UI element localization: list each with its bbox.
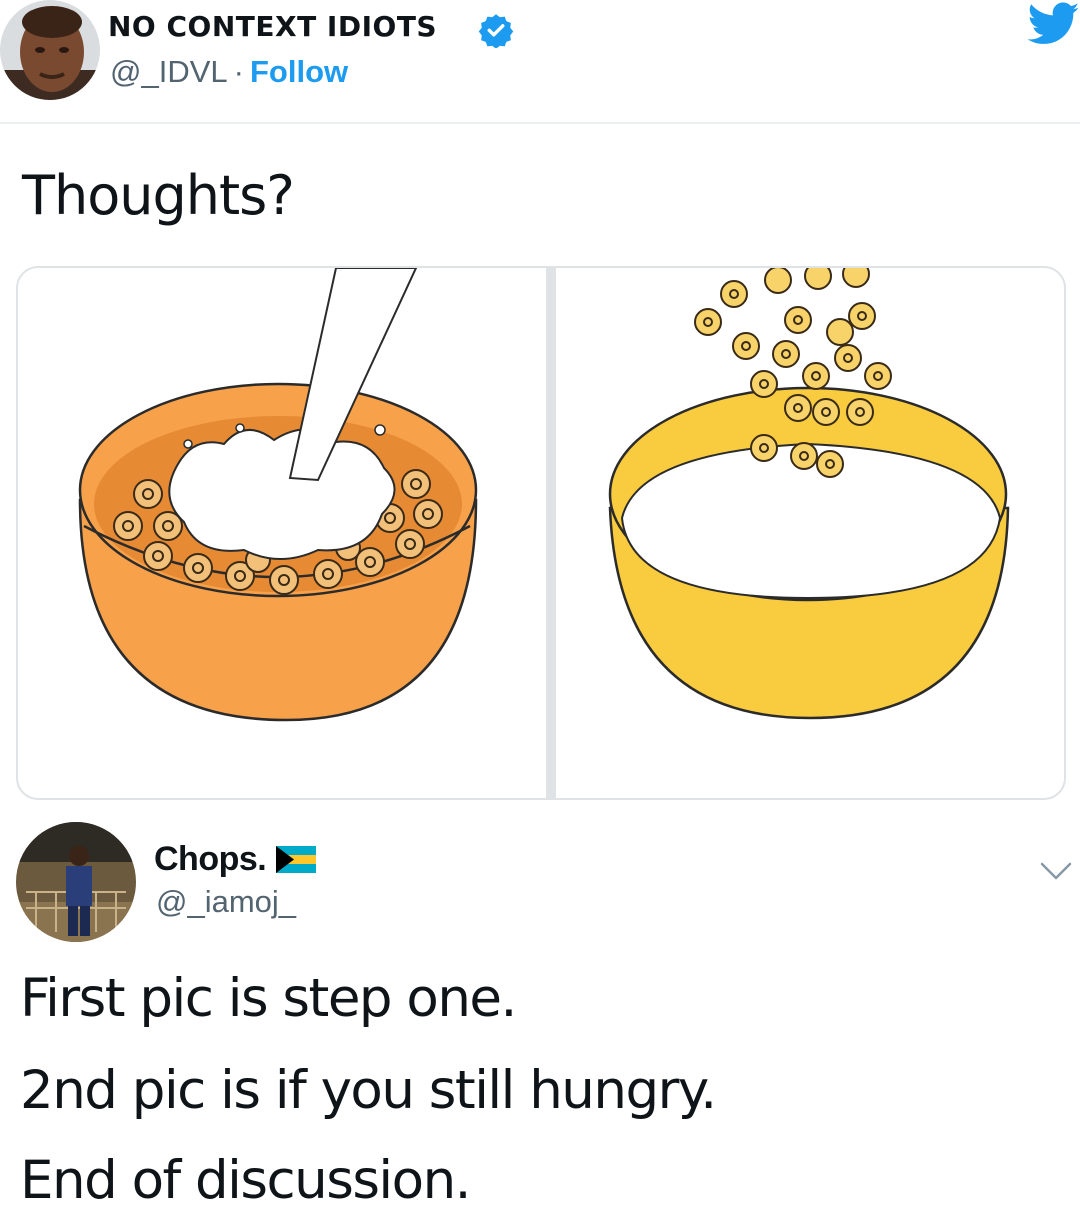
chevron-down-icon[interactable] xyxy=(1036,856,1076,884)
twitter-bird-icon[interactable] xyxy=(1027,2,1080,46)
media-image xyxy=(78,268,1010,798)
author-handle-row: @_IDVL · Follow xyxy=(110,54,348,90)
avatar-image xyxy=(0,0,100,100)
author-name[interactable]: NO CONTEXT IDIOTS xyxy=(108,10,437,43)
reply-author-name[interactable]: Chops. xyxy=(154,840,267,879)
reply-author-avatar[interactable] xyxy=(16,822,136,942)
reply-author-handle[interactable]: @_iamoj_ xyxy=(156,884,296,920)
follow-button[interactable]: Follow xyxy=(250,54,348,89)
separator: · xyxy=(233,54,244,89)
right-panel-yellow-bowl xyxy=(608,268,1010,720)
left-panel-orange-bowl xyxy=(78,268,478,722)
reply-text-line: First pic is step one. xyxy=(20,968,517,1029)
bahamas-flag-icon xyxy=(276,846,316,873)
author-avatar[interactable] xyxy=(0,0,100,100)
verified-badge-icon xyxy=(478,12,514,49)
tweet-text: Thoughts? xyxy=(22,164,295,227)
avatar-image xyxy=(16,822,136,942)
divider xyxy=(0,122,1080,124)
author-handle[interactable]: @_IDVL xyxy=(110,54,228,89)
reply-text-line: End of discussion. xyxy=(20,1150,472,1211)
tweet-media[interactable] xyxy=(16,266,1066,800)
reply-text-line: 2nd pic is if you still hungry. xyxy=(20,1060,717,1121)
